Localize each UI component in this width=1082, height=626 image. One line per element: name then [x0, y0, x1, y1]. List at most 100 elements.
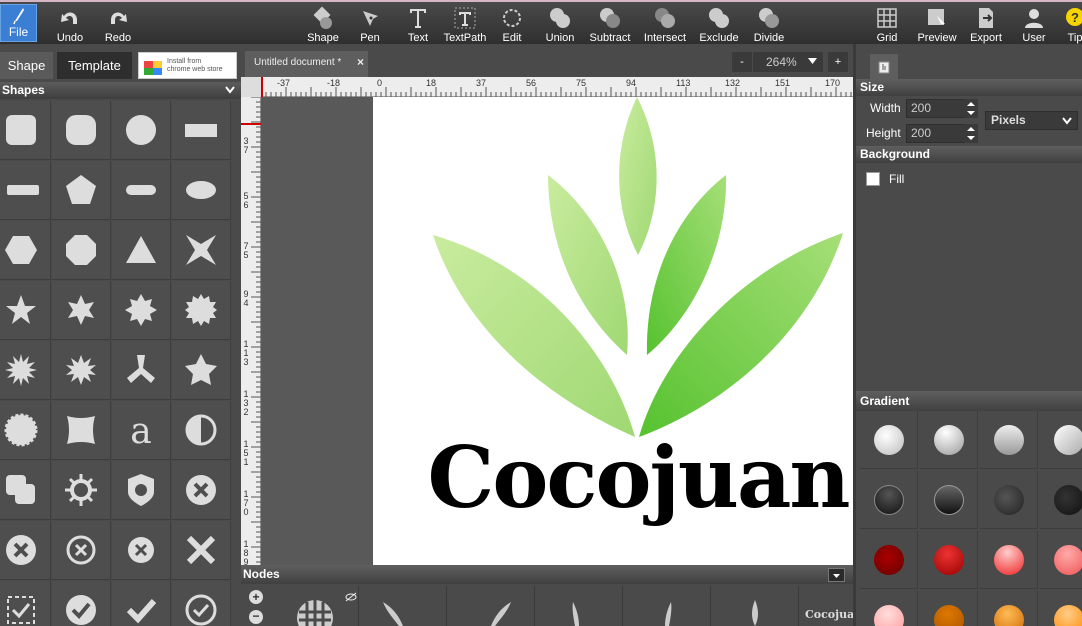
- tab-template[interactable]: Template: [57, 52, 132, 79]
- shape-tool-button[interactable]: Shape: [305, 2, 341, 46]
- shape-star-eight[interactable]: [112, 281, 171, 340]
- swatch-ball: [993, 484, 1024, 515]
- properties-tab[interactable]: [870, 54, 898, 79]
- edit-tool-button[interactable]: Edit: [496, 2, 528, 46]
- document-page[interactable]: Cocojuan: [373, 97, 853, 565]
- shape-triangle[interactable]: [112, 221, 171, 280]
- shape-pill[interactable]: [112, 161, 171, 220]
- shape-star-six[interactable]: [52, 281, 111, 340]
- gradient-swatch[interactable]: [980, 411, 1038, 469]
- nodes-collapse-button[interactable]: [828, 568, 845, 582]
- shape-close-x[interactable]: [172, 521, 231, 580]
- height-stepper[interactable]: [964, 124, 978, 143]
- shape-hexagon[interactable]: [0, 221, 51, 280]
- pen-tool-button[interactable]: Pen: [354, 2, 386, 46]
- shape-close-circle-2[interactable]: [0, 521, 51, 580]
- shape-circle[interactable]: [112, 101, 171, 160]
- shape-half-circle[interactable]: [172, 401, 231, 460]
- gradient-swatch[interactable]: [920, 471, 978, 529]
- subtract-button[interactable]: Subtract: [588, 2, 632, 46]
- unit-select[interactable]: Pixels: [985, 111, 1078, 130]
- height-input[interactable]: 200: [906, 124, 966, 143]
- shape-fat-star[interactable]: [172, 341, 231, 400]
- shape-star-five[interactable]: [0, 281, 51, 340]
- preview-button[interactable]: Preview: [915, 2, 959, 46]
- divide-button[interactable]: Divide: [751, 2, 787, 46]
- text-tool-button[interactable]: Text: [402, 2, 434, 46]
- gradient-swatch[interactable]: [920, 591, 978, 626]
- leaf-thumb-icon: [665, 602, 672, 626]
- shape-octagon[interactable]: [52, 221, 111, 280]
- gradient-swatch[interactable]: [1040, 471, 1082, 529]
- shape-check-ring[interactable]: [172, 581, 231, 626]
- tip-button[interactable]: ? Tip: [1062, 2, 1082, 46]
- shape-tri-lobe[interactable]: [112, 341, 171, 400]
- node-thumb[interactable]: [447, 586, 535, 626]
- grid-button[interactable]: Grid: [871, 2, 903, 46]
- shape-close-ring[interactable]: [52, 521, 111, 580]
- gradient-swatch[interactable]: [980, 591, 1038, 626]
- add-node-icon[interactable]: +: [249, 590, 263, 604]
- shape-overlap-squares[interactable]: [0, 461, 51, 520]
- remove-node-icon[interactable]: −: [249, 610, 263, 624]
- textpath-tool-button[interactable]: TextPath: [442, 2, 488, 46]
- gradient-swatch[interactable]: [1040, 531, 1082, 589]
- shape-pillow[interactable]: [52, 401, 111, 460]
- exclude-button[interactable]: Exclude: [699, 2, 739, 46]
- shape-letter-a[interactable]: a: [112, 401, 171, 460]
- undo-button[interactable]: Undo: [54, 2, 86, 46]
- shape-badge[interactable]: [0, 401, 51, 460]
- zoom-select[interactable]: 264%: [753, 52, 823, 72]
- shape-checkbox[interactable]: [0, 581, 51, 626]
- zoom-in-button[interactable]: +: [828, 52, 848, 72]
- shape-rectangle[interactable]: [172, 101, 231, 160]
- redo-button[interactable]: Redo: [102, 2, 134, 46]
- close-tab-icon[interactable]: ×: [357, 55, 364, 69]
- chrome-store-badge[interactable]: Install from chrome web store: [138, 52, 237, 79]
- gradient-swatch[interactable]: [920, 531, 978, 589]
- shape-police-badge[interactable]: [112, 461, 171, 520]
- document-tab-title: Untitled document *: [254, 57, 342, 68]
- zoom-out-button[interactable]: -: [732, 52, 752, 72]
- gradient-swatch[interactable]: [980, 471, 1038, 529]
- shape-gear[interactable]: [52, 461, 111, 520]
- width-stepper[interactable]: [964, 99, 978, 118]
- gradient-swatch[interactable]: [860, 591, 918, 626]
- shape-close-circle-3[interactable]: [112, 521, 171, 580]
- shapes-section-header[interactable]: Shapes: [0, 82, 241, 99]
- shape-close-circle[interactable]: [172, 461, 231, 520]
- shape-squircle[interactable]: [52, 101, 111, 160]
- shape-bar[interactable]: [0, 161, 51, 220]
- file-button[interactable]: File: [0, 4, 37, 42]
- gradient-swatch[interactable]: [1040, 591, 1082, 626]
- gradient-swatch[interactable]: [920, 411, 978, 469]
- gradient-swatch[interactable]: [860, 411, 918, 469]
- gradient-swatch[interactable]: [1040, 411, 1082, 469]
- user-button[interactable]: User: [1018, 2, 1050, 46]
- shape-four-point-star[interactable]: [172, 221, 231, 280]
- node-thumb[interactable]: Cocojuan: [799, 586, 853, 626]
- union-button[interactable]: Union: [542, 2, 578, 46]
- gradient-swatch[interactable]: [860, 531, 918, 589]
- shape-check[interactable]: [112, 581, 171, 626]
- shape-burst-twelve[interactable]: [52, 341, 111, 400]
- shape-pentagon[interactable]: [52, 161, 111, 220]
- node-thumb[interactable]: [271, 586, 359, 626]
- gradient-swatch[interactable]: [980, 531, 1038, 589]
- shape-rounded-square[interactable]: [0, 101, 51, 160]
- tab-shape[interactable]: Shape: [0, 52, 53, 79]
- shape-check-circle[interactable]: [52, 581, 111, 626]
- document-tab[interactable]: Untitled document * ×: [245, 51, 368, 77]
- node-thumb[interactable]: [359, 586, 447, 626]
- shape-burst[interactable]: [0, 341, 51, 400]
- node-thumb[interactable]: [623, 586, 711, 626]
- width-input[interactable]: 200: [906, 99, 966, 118]
- node-thumb[interactable]: [711, 586, 799, 626]
- node-thumb[interactable]: [535, 586, 623, 626]
- gradient-swatch[interactable]: [860, 471, 918, 529]
- shape-ellipse[interactable]: [172, 161, 231, 220]
- intersect-button[interactable]: Intersect: [642, 2, 688, 46]
- shape-seal[interactable]: [172, 281, 231, 340]
- fill-checkbox[interactable]: [866, 172, 880, 186]
- export-button[interactable]: Export: [966, 2, 1006, 46]
